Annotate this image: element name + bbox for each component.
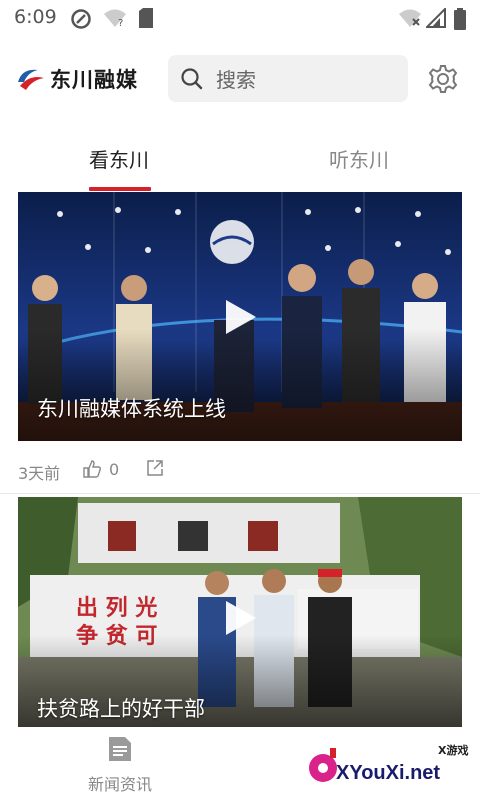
video-card-2[interactable]: 出 列 光 争 贫 可 扶贫路上的好干部 (18, 497, 462, 727)
thumbs-up-icon[interactable] (82, 459, 102, 479)
search-bar[interactable] (168, 55, 408, 104)
tab-active-indicator (89, 187, 151, 191)
status-bar: 6:09 ? (0, 0, 480, 36)
search-input[interactable] (214, 55, 398, 104)
status-time: 6:09 (14, 6, 57, 28)
nav-news[interactable]: 新闻资讯 (60, 735, 180, 795)
tab-kan-dongchuan[interactable]: 看东川 (89, 144, 149, 173)
watermark-badge: X游戏 (438, 744, 469, 757)
search-icon (181, 68, 203, 90)
signal-icon (426, 8, 446, 28)
brand-name: 东川融媒 (50, 68, 138, 92)
play-icon[interactable] (220, 297, 260, 337)
play-icon[interactable] (220, 598, 260, 638)
gamepad-logo-icon (309, 748, 337, 782)
publish-time: 3天前 (18, 464, 61, 483)
category-tabs: 看东川 听东川 (0, 132, 480, 192)
wifi-off-icon (399, 9, 421, 27)
site-watermark: X游戏 XYouXi.net (308, 740, 480, 800)
app-header: 东川融媒 (0, 44, 480, 116)
feed-divider (0, 493, 480, 494)
sim-card-icon (139, 8, 153, 28)
tab-ting-dongchuan[interactable]: 听东川 (329, 144, 389, 173)
video-card-1[interactable]: 东川融媒体系统上线 (18, 192, 462, 441)
data-saver-icon (71, 9, 91, 29)
brand-logo: 东川融媒 (16, 64, 138, 94)
like-count: 0 (109, 460, 120, 479)
video-caption: 扶贫路上的好干部 (37, 697, 205, 721)
logo-mark-icon (18, 69, 44, 90)
wifi-question-icon: ? (104, 9, 126, 28)
share-icon[interactable] (146, 459, 164, 477)
nav-news-label: 新闻资讯 (87, 775, 152, 794)
battery-icon (454, 8, 466, 30)
settings-gear-icon[interactable] (428, 64, 458, 94)
video-caption: 东川融媒体系统上线 (37, 397, 226, 421)
watermark-site: XYouXi.net (336, 762, 441, 784)
video-meta-row: 3天前 0 (18, 458, 462, 483)
svg-text:?: ? (118, 18, 123, 28)
news-doc-icon (109, 737, 131, 761)
